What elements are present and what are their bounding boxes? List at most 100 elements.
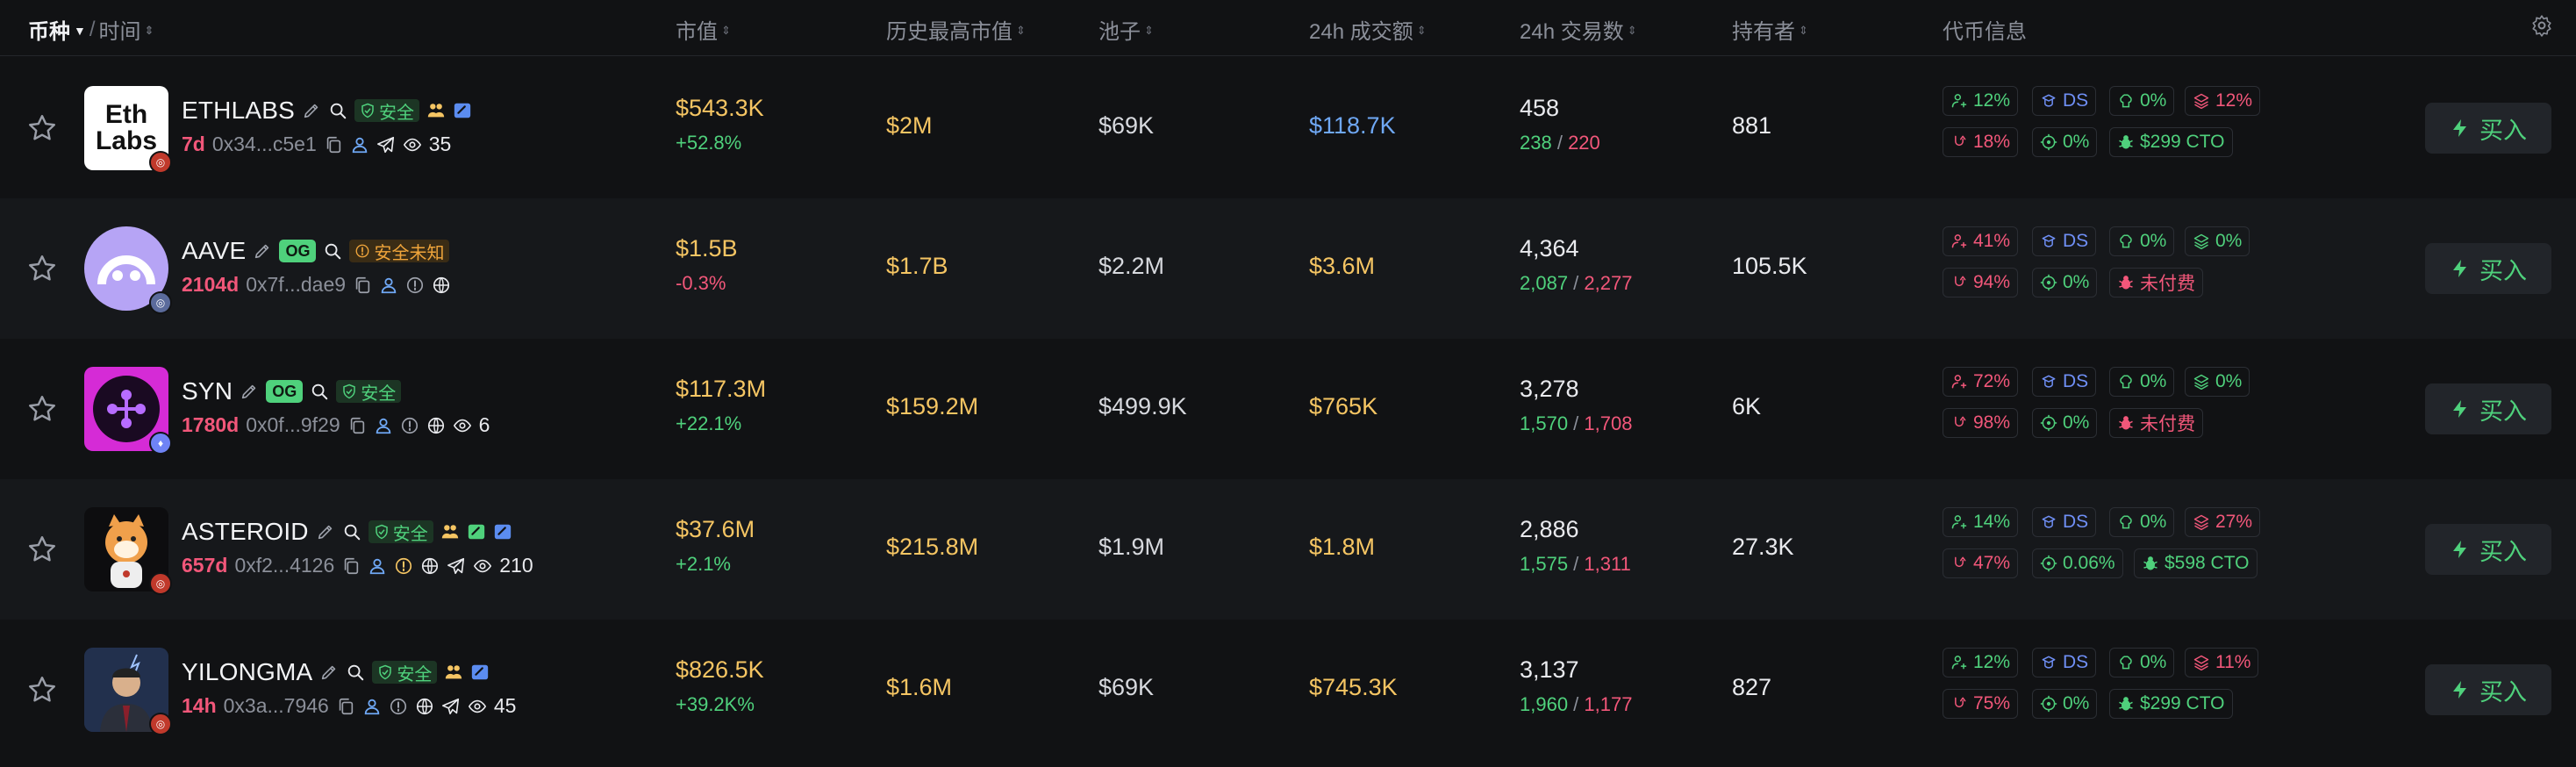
- table-row[interactable]: Eth Labs ◎ ETHLABS 安全 7d 0x34...c5e1 35 …: [0, 58, 2576, 198]
- user-icon[interactable]: [379, 276, 398, 295]
- info-chip[interactable]: 12%: [2185, 86, 2261, 116]
- info-chip[interactable]: 0%: [2185, 367, 2250, 397]
- token-symbol[interactable]: AAVE: [182, 237, 246, 265]
- info-chip[interactable]: DS: [2032, 648, 2097, 677]
- info-chip[interactable]: $299 CTO: [2109, 689, 2233, 719]
- table-row[interactable]: ◎ AAVE OG 安全未知 2104d 0x7f...dae9 $1.5B -…: [0, 198, 2576, 339]
- time-sort-label[interactable]: 时间: [99, 14, 141, 45]
- info-chip[interactable]: 11%: [2185, 648, 2259, 677]
- gear-icon[interactable]: [2530, 14, 2553, 37]
- search-icon[interactable]: [346, 663, 365, 682]
- safety-badge[interactable]: 安全未知: [349, 240, 450, 263]
- search-icon[interactable]: [323, 241, 342, 261]
- edit-icon[interactable]: [319, 663, 339, 682]
- info-chip[interactable]: 12%: [1943, 86, 2019, 116]
- search-icon[interactable]: [342, 522, 361, 541]
- info-chip[interactable]: 0%: [2109, 367, 2175, 397]
- edit-icon[interactable]: [302, 101, 321, 120]
- info-chip[interactable]: 0%: [2032, 127, 2098, 157]
- coin-sort[interactable]: 币种 ▼ / 时间 ⇕: [28, 14, 154, 45]
- info-chip[interactable]: $598 CTO: [2134, 548, 2258, 578]
- buy-button[interactable]: 买入: [2425, 384, 2551, 434]
- star-icon[interactable]: [26, 393, 58, 425]
- info-chip[interactable]: DS: [2032, 507, 2097, 537]
- ath-header[interactable]: 历史最高市值 ⇕: [886, 14, 1026, 45]
- star-icon[interactable]: [26, 112, 58, 144]
- info-chip[interactable]: 0%: [2109, 226, 2175, 256]
- copy-icon[interactable]: [341, 556, 361, 576]
- pool-header[interactable]: 池子 ⇕: [1098, 14, 1154, 45]
- star-icon[interactable]: [26, 674, 58, 706]
- token-symbol[interactable]: SYN: [182, 377, 233, 405]
- info-chip[interactable]: 27%: [2185, 507, 2261, 537]
- info-chip[interactable]: 75%: [1943, 689, 2019, 719]
- star-icon[interactable]: [26, 534, 58, 565]
- buy-button[interactable]: 买入: [2425, 524, 2551, 575]
- search-icon[interactable]: [328, 101, 347, 120]
- copy-icon[interactable]: [353, 276, 372, 295]
- mcap-header[interactable]: 市值 ⇕: [676, 14, 731, 45]
- info-chip[interactable]: 0%: [2109, 648, 2175, 677]
- user-icon[interactable]: [350, 135, 369, 154]
- telegram-icon[interactable]: [441, 697, 461, 716]
- info-chip[interactable]: 47%: [1943, 548, 2019, 578]
- info-chip[interactable]: 98%: [1943, 408, 2019, 438]
- info-chip[interactable]: 72%: [1943, 367, 2019, 397]
- info-chip[interactable]: 0%: [2032, 268, 2098, 297]
- safety-badge[interactable]: 安全: [336, 380, 402, 404]
- info-chip[interactable]: 94%: [1943, 268, 2019, 297]
- info-chip[interactable]: 未付费: [2109, 268, 2203, 297]
- globe-icon[interactable]: [426, 416, 446, 435]
- info-chip[interactable]: 0.06%: [2032, 548, 2123, 578]
- info-chip[interactable]: 0%: [2032, 408, 2098, 438]
- txns-sells: 220: [1568, 132, 1600, 154]
- telegram-icon[interactable]: [376, 135, 396, 154]
- token-symbol[interactable]: ASTEROID: [182, 518, 309, 546]
- edit-icon[interactable]: [240, 382, 259, 401]
- bolt-icon: [2450, 679, 2471, 700]
- user-icon[interactable]: [368, 556, 387, 576]
- buy-button[interactable]: 买入: [2425, 664, 2551, 715]
- info-chip[interactable]: 0%: [2032, 689, 2098, 719]
- user-icon[interactable]: [362, 697, 382, 716]
- info-chip[interactable]: 12%: [1943, 648, 2019, 677]
- info-chip[interactable]: 0%: [2109, 86, 2175, 116]
- info-chip[interactable]: 0%: [2109, 507, 2175, 537]
- token-symbol[interactable]: YILONGMA: [182, 658, 312, 686]
- globe-icon[interactable]: [420, 556, 440, 576]
- info-chip[interactable]: 41%: [1943, 226, 2019, 256]
- info-chip[interactable]: 0%: [2185, 226, 2250, 256]
- safety-badge[interactable]: 安全: [354, 99, 419, 123]
- info-chip[interactable]: DS: [2032, 86, 2097, 116]
- table-row[interactable]: ♦ SYN OG 安全 1780d 0x0f...9f29 6 $117.3M …: [0, 339, 2576, 479]
- telegram-icon[interactable]: [447, 556, 466, 576]
- txns-header[interactable]: 24h 交易数 ⇕: [1520, 14, 1637, 45]
- globe-icon[interactable]: [415, 697, 434, 716]
- table-row[interactable]: ◎ YILONGMA 安全 14h 0x3a...7946 45 $826.5K…: [0, 620, 2576, 767]
- safety-badge[interactable]: 安全: [368, 520, 433, 544]
- ath-header-label: 历史最高市值: [886, 20, 1013, 44]
- token-symbol[interactable]: ETHLABS: [182, 97, 295, 125]
- buy-button[interactable]: 买入: [2425, 243, 2551, 294]
- info-chip[interactable]: DS: [2032, 367, 2097, 397]
- buy-button[interactable]: 买入: [2425, 103, 2551, 154]
- globe-icon[interactable]: [432, 276, 451, 295]
- holders-header[interactable]: 持有者 ⇕: [1732, 14, 1808, 45]
- info-chip[interactable]: 14%: [1943, 507, 2019, 537]
- user-icon[interactable]: [374, 416, 393, 435]
- info-chip[interactable]: DS: [2032, 226, 2097, 256]
- table-row[interactable]: ◎ ASTEROID 安全 657d 0xf2...4126 210 $37.6…: [0, 479, 2576, 620]
- copy-icon[interactable]: [347, 416, 367, 435]
- volume-header[interactable]: 24h 成交额 ⇕: [1309, 14, 1427, 45]
- copy-icon[interactable]: [324, 135, 343, 154]
- search-icon[interactable]: [310, 382, 329, 401]
- info-chip[interactable]: 未付费: [2109, 408, 2203, 438]
- sort-icon[interactable]: ⇕: [145, 25, 154, 36]
- copy-icon[interactable]: [336, 697, 355, 716]
- edit-icon[interactable]: [253, 241, 272, 261]
- safety-badge[interactable]: 安全: [372, 661, 438, 685]
- star-icon[interactable]: [26, 253, 58, 284]
- info-chip[interactable]: $299 CTO: [2109, 127, 2233, 157]
- edit-icon[interactable]: [316, 522, 335, 541]
- info-chip[interactable]: 18%: [1943, 127, 2019, 157]
